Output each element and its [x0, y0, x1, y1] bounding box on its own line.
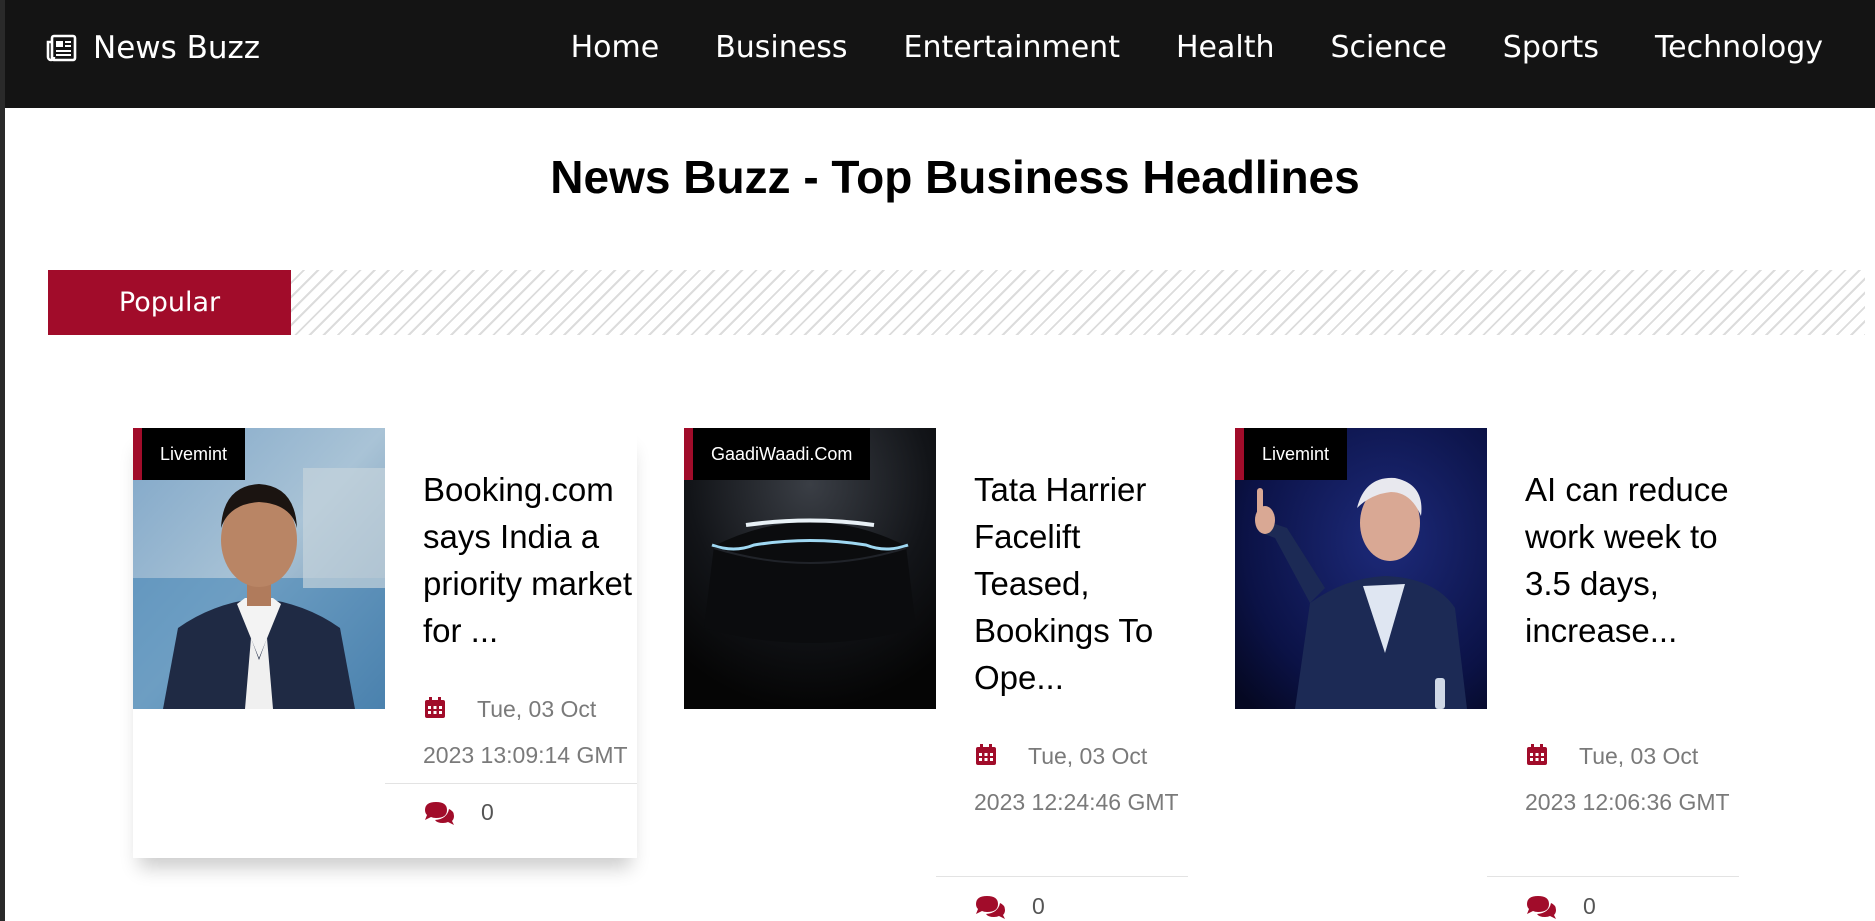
nav-business[interactable]: Business	[715, 28, 847, 68]
brand-link[interactable]: News Buzz	[45, 28, 260, 68]
nav-health[interactable]: Health	[1176, 28, 1275, 68]
article-card[interactable]: Livemint AI can reduce work week to 3.5 …	[1235, 428, 1739, 919]
newspaper-icon	[46, 34, 77, 62]
calendar-icon	[425, 697, 445, 718]
page-title: News Buzz - Top Business Headlines	[550, 151, 1360, 203]
card-divider	[385, 783, 637, 784]
article-headline[interactable]: Booking.com says India a priority market…	[423, 466, 643, 654]
comment-count[interactable]: 0	[423, 799, 494, 826]
article-date: Tue, 03 Oct 2023 12:24:46 GMT	[974, 733, 1192, 825]
article-date-text: Tue, 03 Oct 2023 12:06:36 GMT	[1525, 743, 1730, 815]
article-date-text: Tue, 03 Oct 2023 12:24:46 GMT	[974, 743, 1179, 815]
article-date-text: Tue, 03 Oct 2023 13:09:14 GMT	[423, 696, 628, 768]
article-thumbnail[interactable]: GaadiWaadi.Com	[684, 428, 936, 709]
nav-entertainment[interactable]: Entertainment	[903, 28, 1119, 68]
brand-name: News Buzz	[93, 30, 261, 66]
navbar: News Buzz Home Business Entertainment He…	[5, 0, 1875, 108]
nav-science[interactable]: Science	[1330, 28, 1446, 68]
nav-sports[interactable]: Sports	[1503, 28, 1599, 68]
comment-count[interactable]: 0	[974, 893, 1045, 920]
comments-icon	[425, 801, 454, 825]
section-label-popular: Popular	[48, 270, 291, 335]
calendar-icon	[976, 744, 996, 765]
main-nav: Home Business Entertainment Health Scien…	[515, 28, 1823, 68]
card-divider	[936, 876, 1188, 877]
comment-count-value: 0	[1583, 893, 1596, 919]
article-thumbnail[interactable]: Livemint	[1235, 428, 1487, 709]
comment-count[interactable]: 0	[1525, 893, 1596, 920]
article-card[interactable]: Livemint Booking.com says India a priori…	[133, 428, 637, 858]
source-badge: Livemint	[133, 428, 246, 480]
card-divider	[1487, 876, 1739, 877]
comments-icon	[976, 895, 1005, 919]
article-date: Tue, 03 Oct 2023 12:06:36 GMT	[1525, 733, 1743, 825]
source-badge: Livemint	[1235, 428, 1348, 480]
page: News Buzz Home Business Entertainment He…	[5, 0, 1875, 921]
section-header: Popular	[48, 270, 1865, 335]
comments-icon	[1527, 895, 1556, 919]
nav-technology[interactable]: Technology	[1655, 28, 1823, 68]
article-headline[interactable]: AI can reduce work week to 3.5 days, inc…	[1525, 466, 1745, 654]
calendar-icon	[1527, 744, 1547, 765]
article-headline[interactable]: Tata Harrier Facelift Teased, Bookings T…	[974, 466, 1194, 701]
nav-home[interactable]: Home	[571, 28, 660, 68]
article-thumbnail[interactable]: Livemint	[133, 428, 385, 709]
source-badge: GaadiWaadi.Com	[684, 428, 871, 480]
comment-count-value: 0	[481, 799, 494, 825]
article-card[interactable]: GaadiWaadi.Com Tata Harrier Facelift Tea…	[684, 428, 1188, 919]
article-date: Tue, 03 Oct 2023 13:09:14 GMT	[423, 686, 641, 778]
comment-count-value: 0	[1032, 893, 1045, 919]
